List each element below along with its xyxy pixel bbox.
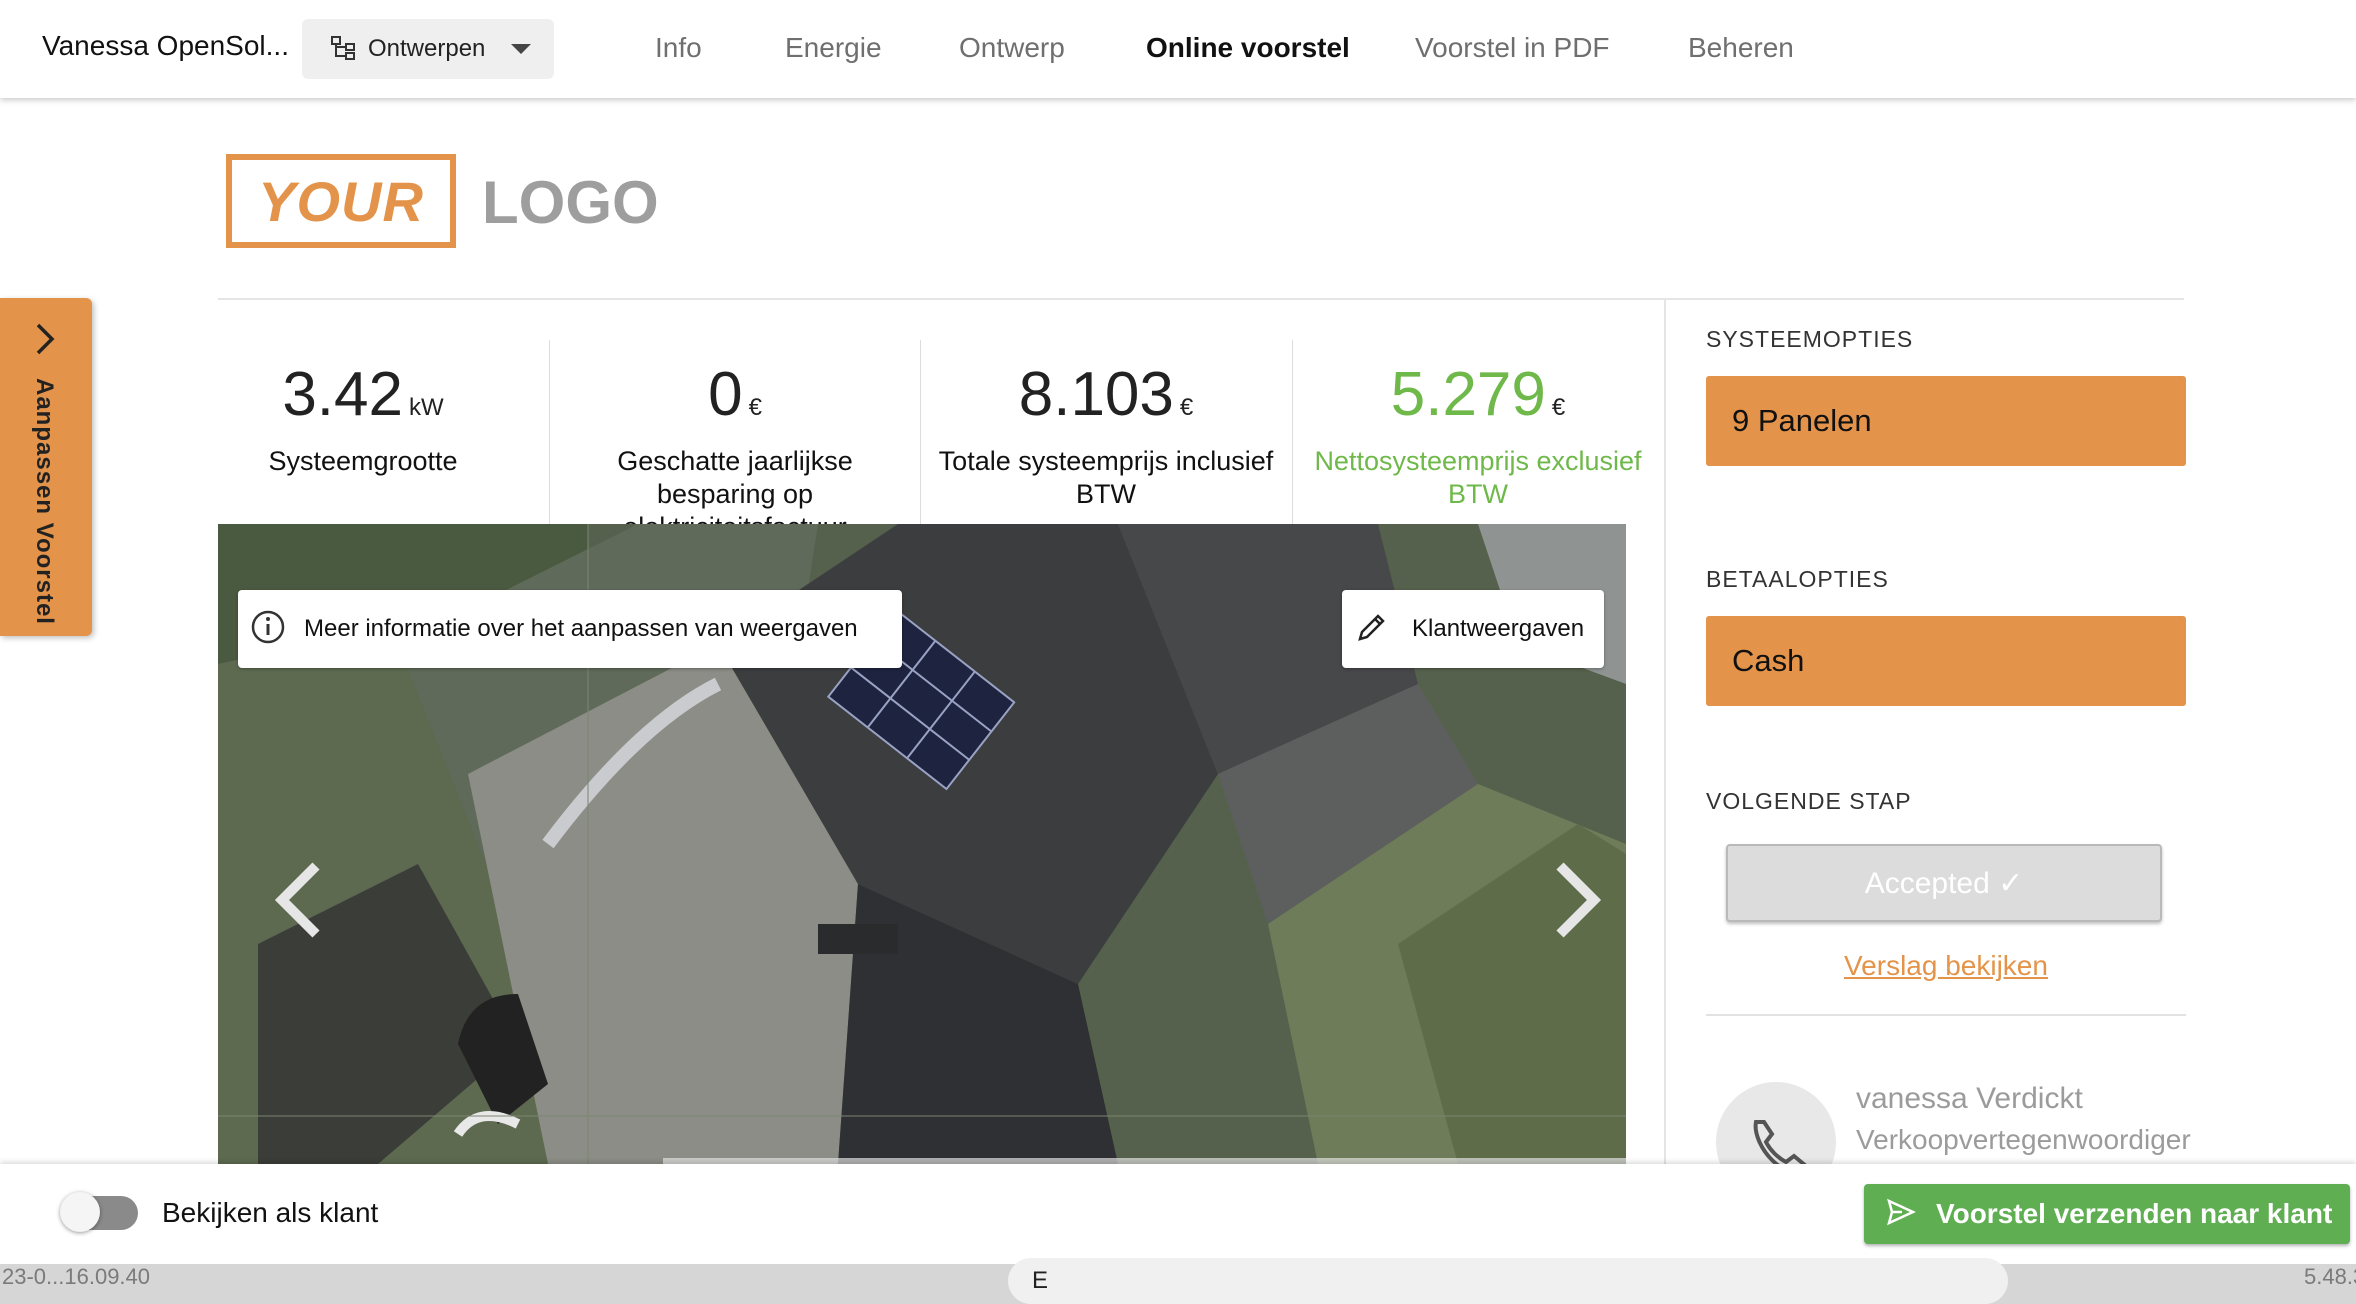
- stat-total-price: 8.103 € Totale systeemprijs inclusief BTW: [926, 360, 1286, 511]
- logo-primary-text: YOUR: [258, 169, 424, 233]
- stat-system-size: 3.42 kW Systeemgrootte: [183, 360, 543, 478]
- view-info-button[interactable]: Meer informatie over het aanpassen van w…: [238, 590, 902, 668]
- stat-unit: €: [748, 394, 762, 421]
- view-as-customer-toggle[interactable]: [60, 1192, 138, 1232]
- tab-online-voorstel[interactable]: Online voorstel: [1146, 32, 1350, 64]
- send-proposal-button[interactable]: Voorstel verzenden naar klant: [1864, 1184, 2350, 1244]
- stat-unit: €: [1551, 394, 1566, 421]
- divider: [1664, 300, 1666, 1170]
- divider: [549, 340, 550, 550]
- stat-net-price: 5.279 € Nettosysteemprijs exclusief BTW: [1298, 360, 1658, 511]
- view-as-customer-label: Bekijken als klant: [162, 1197, 379, 1228]
- stat-unit: kW: [409, 394, 444, 421]
- divider: [218, 298, 2184, 300]
- divider: [920, 340, 921, 550]
- stat-label: Systeemgrootte: [268, 446, 458, 476]
- payment-option-cash[interactable]: Cash: [1706, 616, 2186, 706]
- divider: [1706, 1014, 2186, 1016]
- company-logo: YOUR: [226, 154, 456, 248]
- send-proposal-label: Voorstel verzenden naar klant: [1936, 1198, 2333, 1229]
- stat-value: 0: [708, 360, 743, 429]
- stat-unit: €: [1179, 394, 1194, 421]
- stat-value: 5.279: [1390, 360, 1546, 429]
- customer-views-button[interactable]: Klantweergaven: [1342, 590, 1604, 668]
- chevron-left-icon: [274, 862, 320, 938]
- previous-view-arrow[interactable]: [272, 860, 324, 945]
- taskbar-right-label: 5.48.3: [2304, 1264, 2356, 1289]
- mode-dropdown-label: Ontwerpen: [368, 35, 486, 62]
- customer-views-label: Klantweergaven: [1412, 615, 1585, 642]
- taskbar-file-label[interactable]: 23-0...16.09.40: [2, 1264, 150, 1290]
- stat-annual-savings: 0€ Geschatte jaarlijkse besparing op ele…: [555, 360, 915, 544]
- app-title[interactable]: Vanessa OpenSol...: [42, 30, 289, 62]
- stat-value: 8.103: [1018, 360, 1174, 429]
- system-option-panels[interactable]: 9 Panelen: [1706, 376, 2186, 466]
- tab-ontwerp[interactable]: Ontwerp: [959, 32, 1065, 64]
- stat-label: Nettosysteemprijs exclusief BTW: [1314, 446, 1642, 509]
- sales-rep-name: vanessa Verdickt: [1856, 1082, 2083, 1115]
- tab-energie[interactable]: Energie: [785, 32, 882, 64]
- info-icon: [250, 609, 286, 650]
- tab-beheren[interactable]: Beheren: [1688, 32, 1794, 64]
- stat-value: 3.42: [282, 360, 403, 429]
- aanpassen-voorstel-tab[interactable]: Aanpassen Voorstel: [0, 298, 92, 636]
- system-options-title: SYSTEEMOPTIES: [1706, 326, 1914, 352]
- next-step-title: VOLGENDE STAP: [1706, 788, 1912, 814]
- tab-info[interactable]: Info: [655, 32, 702, 64]
- next-view-arrow[interactable]: [1552, 860, 1604, 945]
- send-icon: [1886, 1197, 1917, 1232]
- sales-rep-role: Verkoopvertegenwoordiger: [1856, 1124, 2191, 1155]
- tab-voorstel-in-pdf[interactable]: Voorstel in PDF: [1415, 32, 1610, 64]
- chevron-down-icon: [511, 44, 532, 54]
- view-report-link[interactable]: Verslag bekijken: [1706, 950, 2186, 982]
- pencil-icon: [1354, 609, 1390, 650]
- stat-label: Totale systeemprijs inclusief BTW: [938, 446, 1274, 509]
- divider: [1292, 340, 1293, 550]
- hierarchy-icon: [330, 34, 356, 65]
- chevron-right-icon: [33, 322, 57, 361]
- accepted-button[interactable]: Accepted ✓: [1726, 844, 2162, 922]
- toggle-knob: [60, 1192, 100, 1232]
- side-tab-label: Aanpassen Voorstel: [31, 378, 58, 625]
- logo-secondary-text: LOGO: [482, 169, 659, 236]
- view-info-label: Meer informatie over het aanpassen van w…: [304, 615, 858, 642]
- taskbar-text-input[interactable]: E: [1008, 1258, 2008, 1304]
- chevron-right-icon: [1556, 862, 1602, 938]
- payment-options-title: BETAALOPTIES: [1706, 566, 1889, 592]
- mode-dropdown-button[interactable]: Ontwerpen: [302, 19, 554, 79]
